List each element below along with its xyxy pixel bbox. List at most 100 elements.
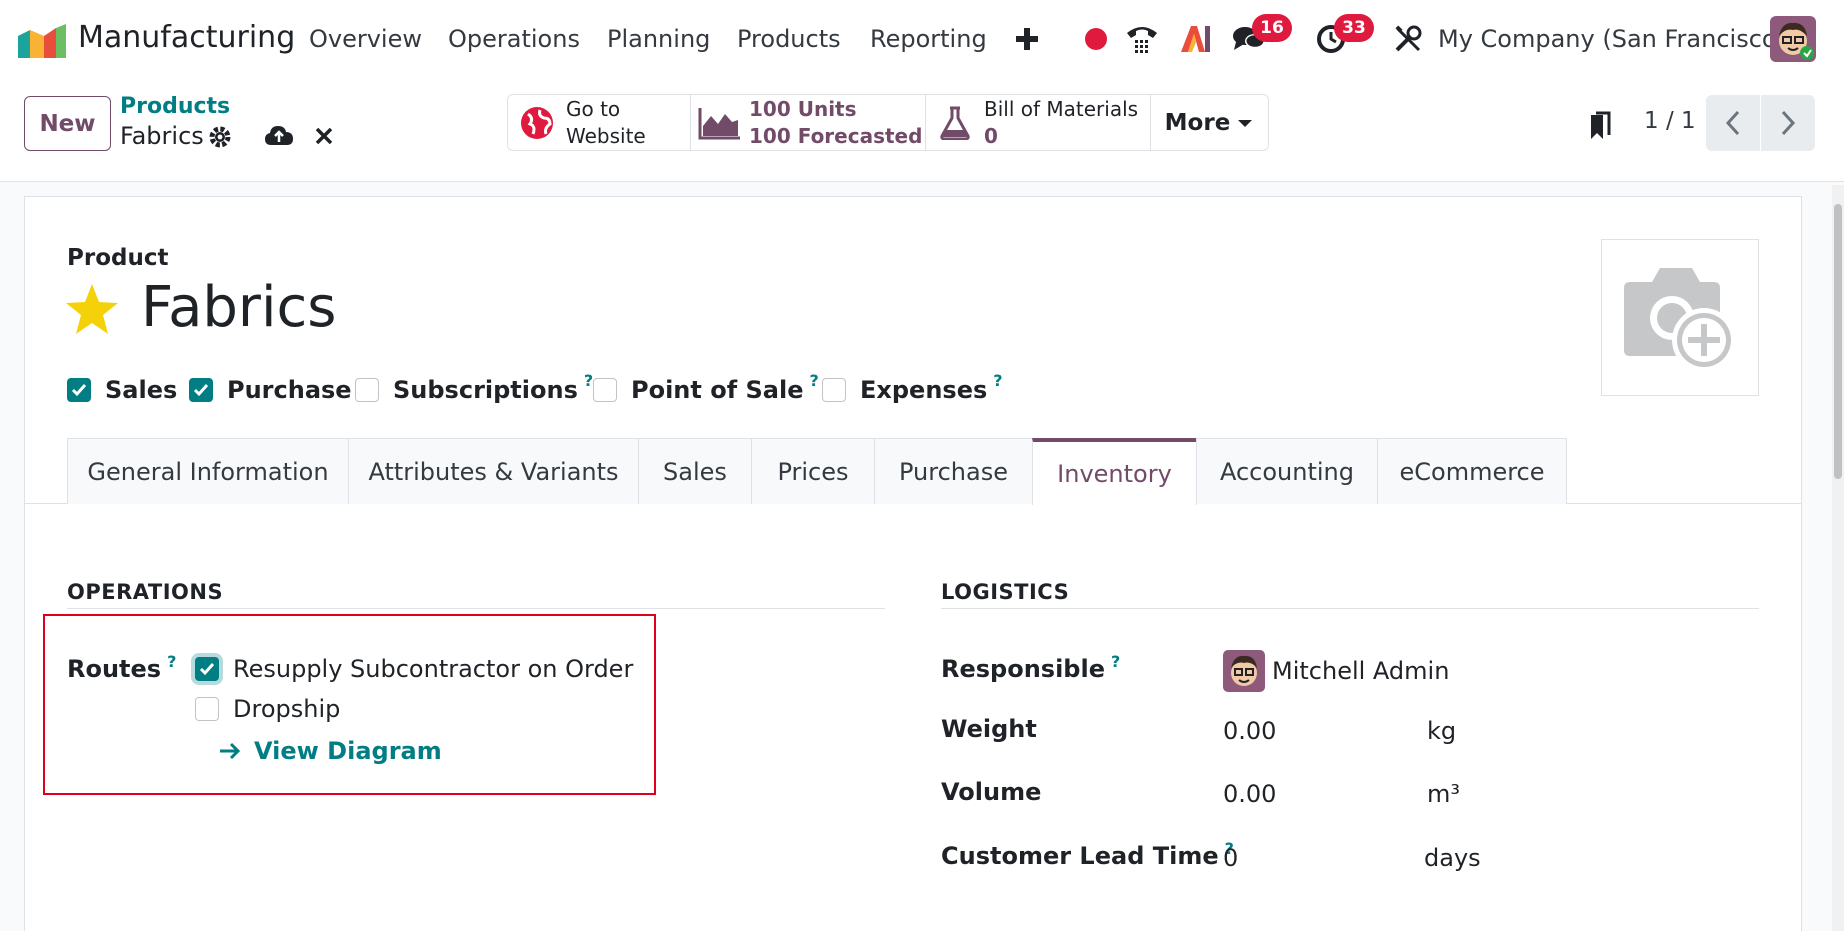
- page-scrollbar-thumb[interactable]: [1834, 204, 1842, 479]
- responsible-label: Responsible?: [941, 652, 1120, 683]
- option-expenses[interactable]: Expenses ?: [822, 371, 1003, 404]
- product-label: Product: [67, 245, 169, 271]
- customer-lead-time-unit: days: [1424, 844, 1481, 872]
- chat-icon[interactable]: 16: [1230, 14, 1292, 58]
- tab-inventory[interactable]: Inventory: [1032, 438, 1197, 505]
- option-point-of-sale[interactable]: Point of Sale ?: [593, 371, 819, 404]
- point-of-sale-help[interactable]: ?: [810, 371, 819, 390]
- tab-accounting[interactable]: Accounting: [1196, 438, 1378, 504]
- bookmark-icon[interactable]: [1588, 110, 1612, 142]
- pager-next-button[interactable]: [1761, 95, 1815, 151]
- option-purchase[interactable]: Purchase: [189, 376, 352, 404]
- expenses-help[interactable]: ?: [993, 371, 1002, 390]
- tab-purchase[interactable]: Purchase: [874, 438, 1033, 504]
- product-image-upload[interactable]: [1601, 239, 1759, 396]
- routes-label-text: Routes: [67, 655, 162, 683]
- tab-sales[interactable]: Sales: [638, 438, 752, 504]
- plus-icon[interactable]: [1012, 20, 1042, 58]
- flask-icon: [926, 106, 984, 140]
- dropship-label: Dropship: [233, 695, 341, 723]
- responsible-help[interactable]: ?: [1111, 652, 1120, 671]
- more-dropdown[interactable]: More: [1150, 94, 1269, 151]
- tab-prices[interactable]: Prices: [751, 438, 875, 504]
- menu-products[interactable]: Products: [737, 25, 841, 53]
- breadcrumb-products-link[interactable]: Products: [120, 94, 230, 119]
- weight-input[interactable]: 0.00: [1223, 717, 1276, 745]
- record-dot-icon[interactable]: [1084, 20, 1108, 58]
- pager-value[interactable]: 1 / 1: [1644, 108, 1696, 134]
- bill-of-materials-button[interactable]: Bill of Materials 0: [925, 94, 1151, 151]
- expenses-checkbox[interactable]: [822, 378, 846, 402]
- view-diagram-link[interactable]: View Diagram: [218, 737, 442, 765]
- pager-previous-button[interactable]: [1706, 95, 1760, 151]
- control-panel: New Products Fabrics Go to Website 100 Un…: [0, 78, 1844, 182]
- menu-overview[interactable]: Overview: [309, 25, 422, 53]
- sales-label: Sales: [105, 376, 178, 404]
- user-avatar[interactable]: [1770, 16, 1816, 62]
- view-diagram-label: View Diagram: [254, 737, 442, 765]
- option-sales[interactable]: Sales: [67, 376, 177, 404]
- subscriptions-help[interactable]: ?: [584, 371, 593, 390]
- weight-unit: kg: [1427, 717, 1457, 745]
- purchase-checkbox[interactable]: [189, 378, 213, 402]
- tab-attributes-variants[interactable]: Attributes & Variants: [348, 438, 639, 504]
- routes-help[interactable]: ?: [167, 652, 176, 671]
- route-resupply-subcontractor[interactable]: Resupply Subcontractor on Order: [195, 655, 633, 683]
- star-icon[interactable]: [64, 282, 120, 336]
- more-label: More: [1164, 109, 1231, 136]
- sales-checkbox[interactable]: [67, 378, 91, 402]
- activities-badge: 33: [1334, 14, 1374, 42]
- tab-general-information[interactable]: General Information: [67, 438, 349, 504]
- arrow-right-icon: [220, 742, 241, 760]
- chevron-right-icon: [1781, 110, 1796, 136]
- camera-plus-icon: [1624, 267, 1736, 372]
- app-title[interactable]: Manufacturing: [78, 20, 295, 55]
- menu-operations[interactable]: Operations: [448, 25, 580, 53]
- volume-input[interactable]: 0.00: [1223, 780, 1276, 808]
- subscriptions-label: Subscriptions: [393, 376, 578, 404]
- option-subscriptions[interactable]: Subscriptions ?: [355, 371, 593, 404]
- globe-icon: [508, 106, 566, 140]
- logistics-divider: [941, 608, 1759, 609]
- volume-label: Volume: [941, 778, 1042, 806]
- app-logo-icon[interactable]: [18, 22, 66, 58]
- responsible-value[interactable]: Mitchell Admin: [1272, 657, 1449, 685]
- responsible-avatar: [1223, 650, 1265, 692]
- close-icon[interactable]: [312, 124, 336, 148]
- top-navbar: Manufacturing Overview Operations Planni…: [0, 0, 1844, 78]
- forecast-units-button[interactable]: 100 Units 100 Forecasted: [690, 94, 926, 151]
- responsible-label-text: Responsible: [941, 655, 1105, 683]
- dropship-checkbox[interactable]: [195, 697, 219, 721]
- new-button[interactable]: New: [24, 96, 111, 151]
- tools-icon[interactable]: [1392, 20, 1424, 58]
- go-to-website-button[interactable]: Go to Website: [507, 94, 691, 151]
- operations-divider: [67, 608, 885, 609]
- product-name-field[interactable]: Fabrics: [141, 275, 336, 340]
- gear-icon[interactable]: [207, 124, 233, 150]
- customer-lead-time-input[interactable]: 0: [1223, 844, 1238, 872]
- area-chart-icon: [691, 106, 749, 140]
- clock-icon[interactable]: 33: [1314, 14, 1374, 58]
- breadcrumb-current: Fabrics: [120, 122, 204, 150]
- website-line2: Website: [566, 123, 646, 148]
- resupply-subcontractor-checkbox[interactable]: [195, 657, 219, 681]
- subscriptions-checkbox[interactable]: [355, 378, 379, 402]
- cloud-upload-icon[interactable]: [264, 122, 294, 148]
- operations-section-title: OPERATIONS: [67, 580, 224, 604]
- point-of-sale-label: Point of Sale: [631, 376, 804, 404]
- route-dropship[interactable]: Dropship: [195, 695, 340, 723]
- check-icon: [193, 384, 209, 397]
- menu-reporting[interactable]: Reporting: [870, 25, 987, 53]
- check-icon: [71, 384, 87, 397]
- bom-count: 0: [984, 123, 998, 148]
- customer-lead-time-label: Customer Lead Time?: [941, 839, 1234, 870]
- phone-icon[interactable]: [1124, 20, 1160, 58]
- expenses-label: Expenses: [860, 376, 988, 404]
- tab-ecommerce[interactable]: eCommerce: [1377, 438, 1567, 504]
- point-of-sale-checkbox[interactable]: [593, 378, 617, 402]
- routes-highlight-box: [43, 614, 656, 795]
- weight-label: Weight: [941, 715, 1037, 743]
- menu-planning[interactable]: Planning: [607, 25, 710, 53]
- ai-icon[interactable]: [1178, 20, 1212, 58]
- company-switcher[interactable]: My Company (San Francisco): [1438, 25, 1786, 53]
